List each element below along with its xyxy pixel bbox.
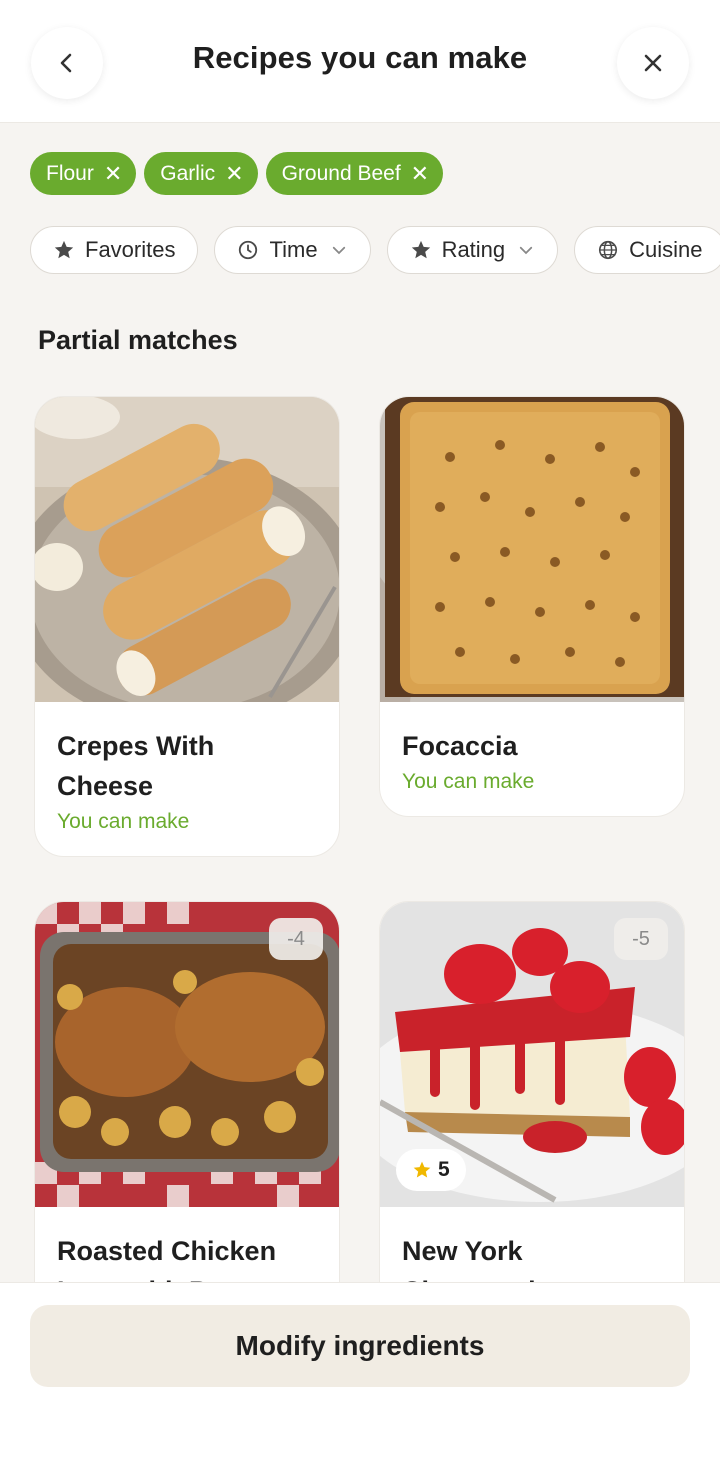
recipe-card-crepes[interactable]: Crepes With Cheese You can make [34,396,340,857]
filter-label: Rating [441,237,506,262]
chevron-down-icon [520,246,533,255]
section-title: Partial matches [38,325,238,355]
filter-time[interactable]: Time [214,226,371,274]
filter-cuisine[interactable]: Cuisine [574,226,720,274]
missing-ingredients-badge: -4 [269,918,323,960]
chevron-down-icon [332,246,345,255]
recipe-name: Crepes With Cheese [57,731,215,801]
remove-icon[interactable]: ✕ [411,162,429,185]
star-icon [54,240,74,259]
recipe-image: -5 5 [380,902,684,1207]
recipe-card-roasted-chicken[interactable]: -4 Roasted Chicken Legs with Potatoes [34,901,340,1334]
ingredient-chips: Flour ✕ Garlic ✕ Ground Beef ✕ [30,152,444,195]
recipe-image: -4 [35,902,339,1207]
bottom-bar: Modify ingredients [0,1282,720,1467]
star-icon [411,240,430,259]
recipe-info: Focaccia You can make [380,702,684,816]
modify-ingredients-button[interactable]: Modify ingredients [30,1305,690,1387]
recipe-name: Focaccia [402,731,518,761]
ingredient-chip-flour[interactable]: Flour ✕ [30,152,137,195]
filter-label: Time [269,237,318,262]
recipe-card-focaccia[interactable]: Focaccia You can make [379,396,685,817]
close-icon [644,54,662,72]
rating-value: 5 [438,1158,450,1181]
remove-icon[interactable]: ✕ [104,162,122,185]
filter-label: Cuisine [629,237,703,262]
recipe-image [380,397,684,702]
page-title: Recipes you can make [192,40,528,75]
chip-label: Ground Beef [281,161,401,185]
header: Recipes you can make [0,0,720,123]
chip-label: Garlic [160,161,216,185]
close-button[interactable] [617,27,689,99]
clock-icon [239,240,258,260]
remove-icon[interactable]: ✕ [225,162,243,185]
recipe-status: You can make [402,770,535,793]
missing-ingredients-badge: -5 [614,918,668,960]
recipe-info: Crepes With Cheese You can make [35,702,339,856]
filter-favorites[interactable]: Favorites [30,226,199,274]
recipe-image [35,397,339,702]
star-icon [413,1161,431,1178]
recipe-status: You can make [57,810,190,833]
filter-label: Favorites [85,237,176,262]
chip-label: Flour [46,161,94,185]
recipe-card-cheesecake[interactable]: -5 5 New York Cheesecake [379,901,685,1334]
filter-bar: Favorites Time Rating Cuisine [30,226,720,274]
rating-badge: 5 [396,1149,466,1191]
filter-rating[interactable]: Rating [386,226,559,274]
ingredient-chip-garlic[interactable]: Garlic ✕ [144,152,258,195]
ingredient-chip-ground-beef[interactable]: Ground Beef ✕ [265,152,444,195]
globe-icon [599,240,618,260]
